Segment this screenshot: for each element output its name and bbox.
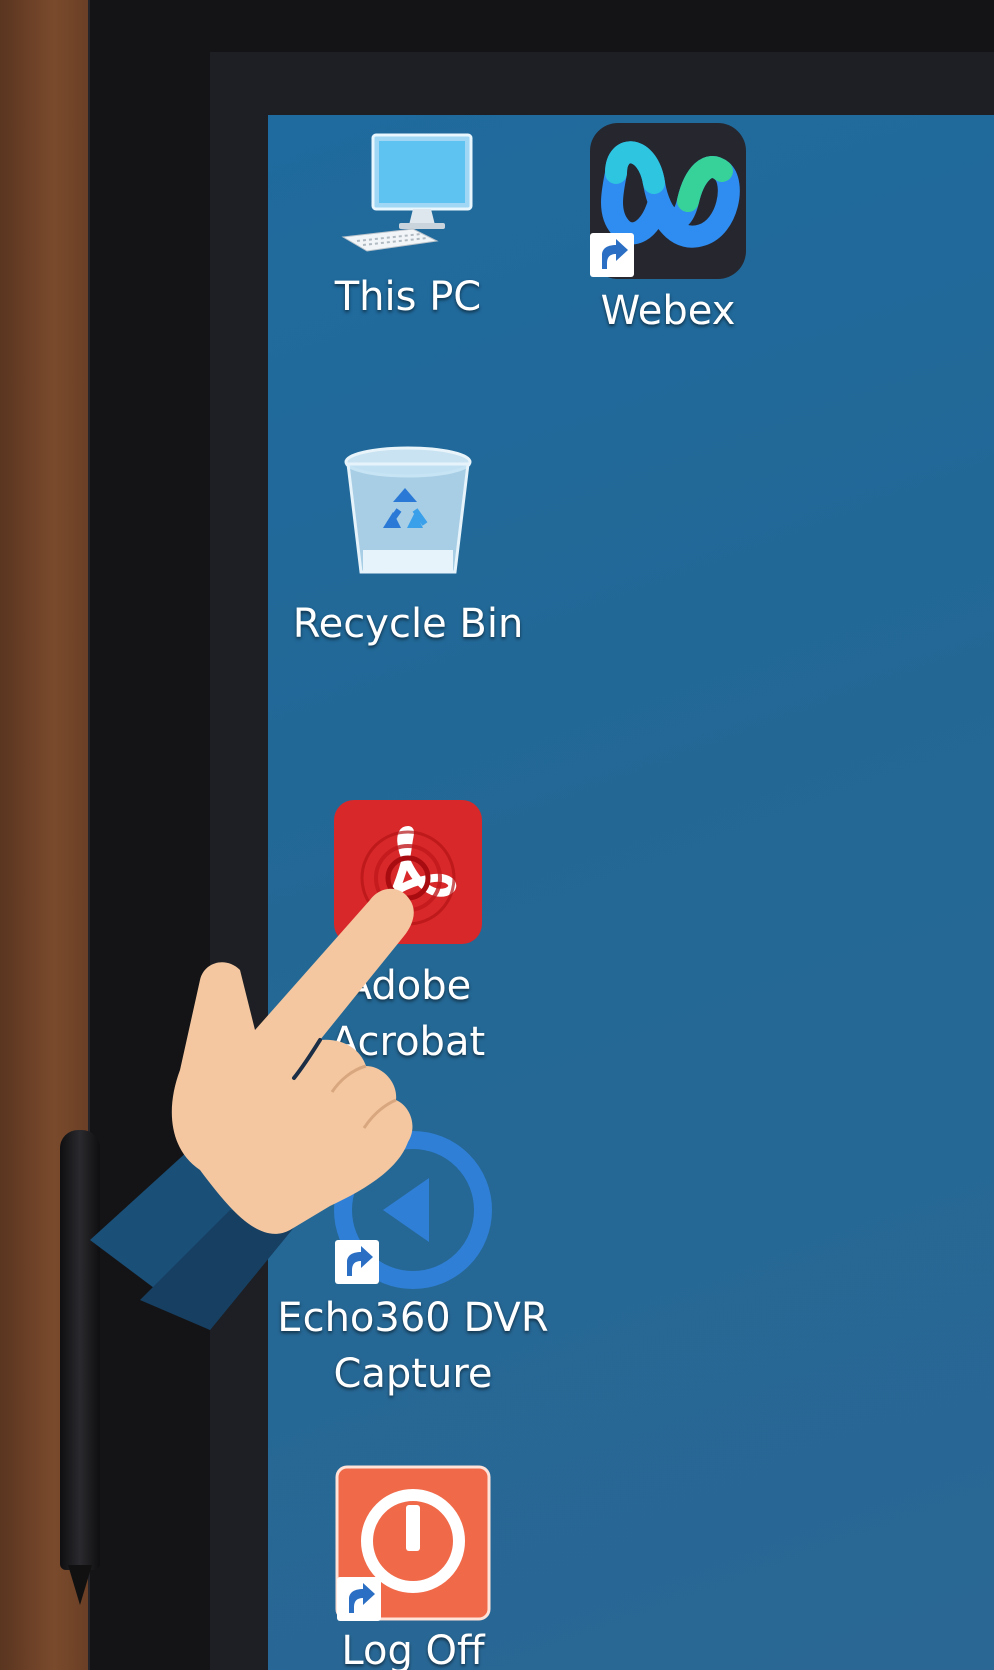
echo360-label-line2: Capture <box>333 1351 493 1397</box>
shortcut-arrow-icon <box>337 1577 381 1621</box>
desktop-icon-this-pc[interactable]: This PC <box>308 125 508 325</box>
pointing-hand-icon <box>90 888 414 1330</box>
this-pc-label: This PC <box>334 274 482 320</box>
shortcut-arrow-icon <box>590 233 634 277</box>
desktop-icon-recycle-bin[interactable]: Recycle Bin <box>278 440 538 652</box>
recycle-bin-label: Recycle Bin <box>292 601 524 647</box>
desktop-icon-webex[interactable]: Webex <box>578 123 758 339</box>
computer-icon <box>341 133 473 252</box>
recycle-bin-icon <box>344 446 472 574</box>
stylus-tip <box>68 1565 92 1605</box>
desktop-icon-log-off[interactable]: Log Off <box>308 1465 518 1670</box>
webex-label: Webex <box>600 288 736 334</box>
log-off-label: Log Off <box>341 1628 485 1670</box>
